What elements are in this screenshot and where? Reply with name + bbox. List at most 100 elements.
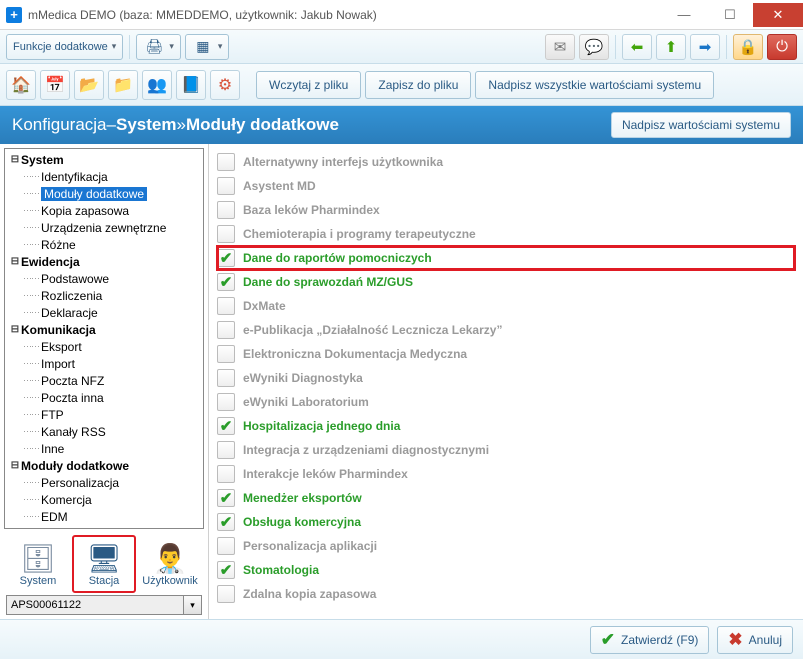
station-dropdown-button[interactable]: ▾ (184, 595, 202, 615)
module-checkbox[interactable] (217, 153, 235, 171)
tree-node[interactable]: ⋯⋯Kanały RSS (5, 423, 203, 440)
tree-node[interactable]: ⊟ Moduły dodatkowe (5, 457, 203, 474)
divider (726, 35, 727, 59)
tree-node-label: Kopia zapasowa (41, 204, 129, 218)
config-tree[interactable]: ⊟ System⋯⋯Identyfikacja⋯⋯Moduły dodatkow… (4, 148, 204, 529)
module-label: Interakcje leków Pharmindex (243, 467, 408, 481)
power-button[interactable]: ⏻ (767, 34, 797, 60)
users-button[interactable]: 👥 (142, 70, 172, 100)
module-checkbox[interactable] (217, 585, 235, 603)
tree-node[interactable]: ⋯⋯Urządzenia zewnętrzne (5, 219, 203, 236)
scope-system-button[interactable]: 🗄 System (6, 535, 70, 593)
mail-icon: ✉ (554, 38, 567, 56)
module-option-row: Baza leków Pharmindex (217, 198, 795, 222)
tree-node[interactable]: ⋯⋯EDM (5, 508, 203, 525)
book-icon: 📘 (181, 75, 201, 95)
module-checkbox[interactable]: ✔ (217, 273, 235, 291)
tree-node[interactable]: ⋯⋯FTP (5, 406, 203, 423)
home-button[interactable]: 🏠 (6, 70, 36, 100)
module-checkbox[interactable] (217, 537, 235, 555)
nav-back-button[interactable]: ⬅ (622, 34, 652, 60)
grid-icon: ▦ (192, 36, 214, 58)
users-icon: 👥 (147, 75, 167, 95)
zatwierdz-button[interactable]: ✔ Zatwierdź (F9) (590, 626, 710, 654)
zapisz-do-pliku-button[interactable]: Zapisz do pliku (365, 71, 471, 99)
module-checkbox[interactable] (217, 297, 235, 315)
tree-node[interactable]: ⋯⋯Deklaracje (5, 304, 203, 321)
tree-node[interactable]: ⋯⋯Rozliczenia (5, 287, 203, 304)
nav-up-button[interactable]: ⬆ (656, 34, 686, 60)
tree-toggle-icon[interactable]: ⊟ (9, 256, 21, 267)
funkcje-dodatkowe-button[interactable]: Funkcje dodatkowe ▾ (6, 34, 123, 60)
module-checkbox[interactable]: ✔ (217, 417, 235, 435)
tree-toggle-icon[interactable]: ⊟ (9, 460, 21, 471)
minimize-button[interactable]: — (661, 3, 707, 27)
tree-node[interactable]: ⋯⋯Inne (5, 440, 203, 457)
calendar-button[interactable]: 📅 (40, 70, 70, 100)
tree-node-label: Różne (41, 238, 76, 252)
tree-node[interactable]: ⊟ Ewidencja (5, 253, 203, 270)
module-checkbox[interactable] (217, 177, 235, 195)
tree-node[interactable]: ⋯⋯Podstawowe (5, 270, 203, 287)
tree-node[interactable]: ⋯⋯Różne (5, 236, 203, 253)
module-label: Alternatywny interfejs użytkownika (243, 155, 443, 169)
scope-stacja-button[interactable]: 🖥 Stacja (72, 535, 136, 593)
module-label: Integracja z urządzeniami diagnostycznym… (243, 443, 489, 457)
nadpisz-wszystkie-button[interactable]: Nadpisz wszystkie wartościami systemu (475, 71, 714, 99)
tree-toggle-icon[interactable]: ⊟ (9, 324, 21, 335)
tree-toggle-icon[interactable]: ⊟ (9, 154, 21, 165)
funkcje-label: Funkcje dodatkowe (13, 41, 108, 53)
tree-node[interactable]: ⋯⋯Poczta inna (5, 389, 203, 406)
scope-stacja-label: Stacja (89, 575, 120, 587)
tree-node[interactable]: ⋯⋯Komercja (5, 491, 203, 508)
scope-selector: 🗄 System 🖥 Stacja 👨‍⚕️ Użytkownik (0, 533, 208, 595)
tree-node[interactable]: ⊟ System (5, 151, 203, 168)
module-checkbox[interactable] (217, 393, 235, 411)
sms-button[interactable]: 💬 (579, 34, 609, 60)
tree-node[interactable]: ⊟ Komunikacja (5, 321, 203, 338)
mail-button[interactable]: ✉ (545, 34, 575, 60)
nadpisz-wartosciami-systemu-button[interactable]: Nadpisz wartościami systemu (611, 112, 791, 138)
maximize-button[interactable]: ☐ (707, 3, 753, 27)
scope-uzytkownik-button[interactable]: 👨‍⚕️ Użytkownik (138, 535, 202, 593)
module-checkbox[interactable]: ✔ (217, 489, 235, 507)
tree-node[interactable]: ⋯⋯Import (5, 355, 203, 372)
chevron-down-icon: ▾ (169, 41, 174, 52)
anuluj-button[interactable]: ✖ Anuluj (717, 626, 793, 654)
divider (129, 35, 130, 59)
nav-forward-button[interactable]: ➡ (690, 34, 720, 60)
tree-node[interactable]: ⋯⋯Poczta NFZ (5, 372, 203, 389)
folder-open-button[interactable]: 📂 (74, 70, 104, 100)
window-title: mMedica DEMO (baza: MMEDDEMO, użytkownik… (28, 8, 661, 22)
tree-node[interactable]: ⋯⋯Moduły dodatkowe (5, 185, 203, 202)
module-checkbox[interactable] (217, 465, 235, 483)
module-checkbox[interactable]: ✔ (217, 561, 235, 579)
module-option-row: ✔Menedżer eksportów (217, 486, 795, 510)
folder-button[interactable]: 📁 (108, 70, 138, 100)
tree-node[interactable]: ⋯⋯Eksport (5, 338, 203, 355)
module-checkbox[interactable] (217, 345, 235, 363)
book-button[interactable]: 📘 (176, 70, 206, 100)
module-checkbox[interactable] (217, 225, 235, 243)
station-input[interactable] (6, 595, 184, 615)
module-checkbox[interactable] (217, 321, 235, 339)
tree-node-label: Podstawowe (41, 272, 109, 286)
lock-button[interactable]: 🔒 (733, 34, 763, 60)
module-checkbox[interactable] (217, 201, 235, 219)
tree-node-label: Deklaracje (41, 306, 98, 320)
settings-button[interactable]: ⚙ (210, 70, 240, 100)
layout-split-button[interactable]: ▦▾ (185, 34, 230, 60)
module-checkbox[interactable] (217, 441, 235, 459)
main-area: ⊟ System⋯⋯Identyfikacja⋯⋯Moduły dodatkow… (0, 144, 803, 619)
module-checkbox[interactable] (217, 369, 235, 387)
module-checkbox[interactable]: ✔ (217, 249, 235, 267)
app-icon: + (6, 7, 22, 23)
wczytaj-z-pliku-button[interactable]: Wczytaj z pliku (256, 71, 361, 99)
tree-node[interactable]: ⋯⋯Personalizacja (5, 474, 203, 491)
tree-node[interactable]: ⋯⋯Kopia zapasowa (5, 202, 203, 219)
print-split-button[interactable]: 🖨▾ (136, 34, 181, 60)
module-checkbox[interactable]: ✔ (217, 513, 235, 531)
arrow-right-icon: ➡ (699, 38, 712, 56)
close-button[interactable]: ✕ (753, 3, 803, 27)
tree-node[interactable]: ⋯⋯Identyfikacja (5, 168, 203, 185)
